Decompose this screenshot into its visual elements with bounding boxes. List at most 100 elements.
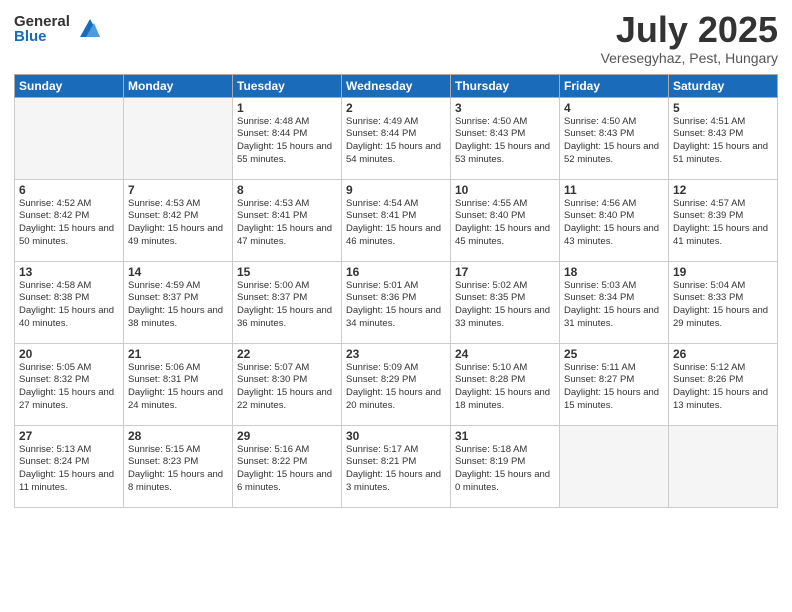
day-number: 2 [346, 101, 446, 115]
calendar-header-row: SundayMondayTuesdayWednesdayThursdayFrid… [15, 74, 778, 97]
day-info: Sunrise: 4:50 AM Sunset: 8:43 PM Dayligh… [455, 116, 555, 167]
calendar-day-cell: 29Sunrise: 5:16 AM Sunset: 8:22 PM Dayli… [233, 425, 342, 507]
day-number: 6 [19, 183, 119, 197]
logo-icon [72, 15, 100, 43]
calendar-header-monday: Monday [124, 74, 233, 97]
day-info: Sunrise: 5:00 AM Sunset: 8:37 PM Dayligh… [237, 280, 337, 331]
calendar-week-row: 1Sunrise: 4:48 AM Sunset: 8:44 PM Daylig… [15, 97, 778, 179]
calendar-day-cell: 27Sunrise: 5:13 AM Sunset: 8:24 PM Dayli… [15, 425, 124, 507]
calendar-day-cell: 11Sunrise: 4:56 AM Sunset: 8:40 PM Dayli… [560, 179, 669, 261]
calendar-day-cell: 2Sunrise: 4:49 AM Sunset: 8:44 PM Daylig… [342, 97, 451, 179]
day-number: 22 [237, 347, 337, 361]
day-number: 5 [673, 101, 773, 115]
day-info: Sunrise: 5:11 AM Sunset: 8:27 PM Dayligh… [564, 362, 664, 413]
day-info: Sunrise: 4:50 AM Sunset: 8:43 PM Dayligh… [564, 116, 664, 167]
calendar-week-row: 27Sunrise: 5:13 AM Sunset: 8:24 PM Dayli… [15, 425, 778, 507]
day-number: 23 [346, 347, 446, 361]
day-info: Sunrise: 5:13 AM Sunset: 8:24 PM Dayligh… [19, 444, 119, 495]
day-info: Sunrise: 5:01 AM Sunset: 8:36 PM Dayligh… [346, 280, 446, 331]
day-info: Sunrise: 5:16 AM Sunset: 8:22 PM Dayligh… [237, 444, 337, 495]
day-number: 17 [455, 265, 555, 279]
day-info: Sunrise: 4:54 AM Sunset: 8:41 PM Dayligh… [346, 198, 446, 249]
calendar-day-cell: 31Sunrise: 5:18 AM Sunset: 8:19 PM Dayli… [451, 425, 560, 507]
day-number: 15 [237, 265, 337, 279]
day-info: Sunrise: 4:53 AM Sunset: 8:42 PM Dayligh… [128, 198, 228, 249]
day-info: Sunrise: 5:03 AM Sunset: 8:34 PM Dayligh… [564, 280, 664, 331]
calendar-day-cell: 9Sunrise: 4:54 AM Sunset: 8:41 PM Daylig… [342, 179, 451, 261]
day-number: 12 [673, 183, 773, 197]
day-number: 25 [564, 347, 664, 361]
calendar-day-cell: 3Sunrise: 4:50 AM Sunset: 8:43 PM Daylig… [451, 97, 560, 179]
calendar-header-friday: Friday [560, 74, 669, 97]
calendar-day-cell: 23Sunrise: 5:09 AM Sunset: 8:29 PM Dayli… [342, 343, 451, 425]
day-number: 30 [346, 429, 446, 443]
day-number: 10 [455, 183, 555, 197]
calendar-week-row: 6Sunrise: 4:52 AM Sunset: 8:42 PM Daylig… [15, 179, 778, 261]
day-number: 31 [455, 429, 555, 443]
calendar-day-cell [15, 97, 124, 179]
calendar-day-cell: 18Sunrise: 5:03 AM Sunset: 8:34 PM Dayli… [560, 261, 669, 343]
calendar-day-cell: 6Sunrise: 4:52 AM Sunset: 8:42 PM Daylig… [15, 179, 124, 261]
day-number: 18 [564, 265, 664, 279]
day-info: Sunrise: 5:05 AM Sunset: 8:32 PM Dayligh… [19, 362, 119, 413]
day-number: 28 [128, 429, 228, 443]
day-info: Sunrise: 4:59 AM Sunset: 8:37 PM Dayligh… [128, 280, 228, 331]
day-number: 3 [455, 101, 555, 115]
calendar-week-row: 20Sunrise: 5:05 AM Sunset: 8:32 PM Dayli… [15, 343, 778, 425]
day-number: 1 [237, 101, 337, 115]
calendar-day-cell: 30Sunrise: 5:17 AM Sunset: 8:21 PM Dayli… [342, 425, 451, 507]
calendar-day-cell: 15Sunrise: 5:00 AM Sunset: 8:37 PM Dayli… [233, 261, 342, 343]
calendar-table: SundayMondayTuesdayWednesdayThursdayFrid… [14, 74, 778, 508]
day-info: Sunrise: 4:58 AM Sunset: 8:38 PM Dayligh… [19, 280, 119, 331]
month-title: July 2025 [601, 10, 778, 50]
calendar-day-cell: 4Sunrise: 4:50 AM Sunset: 8:43 PM Daylig… [560, 97, 669, 179]
calendar-day-cell: 22Sunrise: 5:07 AM Sunset: 8:30 PM Dayli… [233, 343, 342, 425]
day-number: 26 [673, 347, 773, 361]
calendar-day-cell: 19Sunrise: 5:04 AM Sunset: 8:33 PM Dayli… [669, 261, 778, 343]
day-info: Sunrise: 4:53 AM Sunset: 8:41 PM Dayligh… [237, 198, 337, 249]
day-number: 13 [19, 265, 119, 279]
day-number: 14 [128, 265, 228, 279]
day-number: 20 [19, 347, 119, 361]
day-info: Sunrise: 5:15 AM Sunset: 8:23 PM Dayligh… [128, 444, 228, 495]
day-info: Sunrise: 4:55 AM Sunset: 8:40 PM Dayligh… [455, 198, 555, 249]
day-info: Sunrise: 4:49 AM Sunset: 8:44 PM Dayligh… [346, 116, 446, 167]
calendar-header-saturday: Saturday [669, 74, 778, 97]
day-number: 7 [128, 183, 228, 197]
header: General Blue July 2025 Veresegyhaz, Pest… [14, 10, 778, 66]
calendar-day-cell: 25Sunrise: 5:11 AM Sunset: 8:27 PM Dayli… [560, 343, 669, 425]
calendar-header-wednesday: Wednesday [342, 74, 451, 97]
calendar-header-sunday: Sunday [15, 74, 124, 97]
calendar-day-cell: 24Sunrise: 5:10 AM Sunset: 8:28 PM Dayli… [451, 343, 560, 425]
logo-general-text: General [14, 14, 70, 29]
location-title: Veresegyhaz, Pest, Hungary [601, 50, 778, 66]
day-info: Sunrise: 5:02 AM Sunset: 8:35 PM Dayligh… [455, 280, 555, 331]
day-number: 11 [564, 183, 664, 197]
day-info: Sunrise: 5:04 AM Sunset: 8:33 PM Dayligh… [673, 280, 773, 331]
day-info: Sunrise: 5:18 AM Sunset: 8:19 PM Dayligh… [455, 444, 555, 495]
day-info: Sunrise: 5:07 AM Sunset: 8:30 PM Dayligh… [237, 362, 337, 413]
day-info: Sunrise: 5:10 AM Sunset: 8:28 PM Dayligh… [455, 362, 555, 413]
day-info: Sunrise: 5:06 AM Sunset: 8:31 PM Dayligh… [128, 362, 228, 413]
day-number: 4 [564, 101, 664, 115]
calendar-day-cell: 21Sunrise: 5:06 AM Sunset: 8:31 PM Dayli… [124, 343, 233, 425]
calendar-day-cell [669, 425, 778, 507]
day-number: 21 [128, 347, 228, 361]
calendar-day-cell [560, 425, 669, 507]
title-block: July 2025 Veresegyhaz, Pest, Hungary [601, 10, 778, 66]
calendar-day-cell: 16Sunrise: 5:01 AM Sunset: 8:36 PM Dayli… [342, 261, 451, 343]
calendar-day-cell: 1Sunrise: 4:48 AM Sunset: 8:44 PM Daylig… [233, 97, 342, 179]
calendar-day-cell: 28Sunrise: 5:15 AM Sunset: 8:23 PM Dayli… [124, 425, 233, 507]
calendar-day-cell: 10Sunrise: 4:55 AM Sunset: 8:40 PM Dayli… [451, 179, 560, 261]
calendar-day-cell: 20Sunrise: 5:05 AM Sunset: 8:32 PM Dayli… [15, 343, 124, 425]
day-info: Sunrise: 5:09 AM Sunset: 8:29 PM Dayligh… [346, 362, 446, 413]
calendar-day-cell: 13Sunrise: 4:58 AM Sunset: 8:38 PM Dayli… [15, 261, 124, 343]
page-container: General Blue July 2025 Veresegyhaz, Pest… [0, 0, 792, 518]
calendar-day-cell [124, 97, 233, 179]
day-info: Sunrise: 4:51 AM Sunset: 8:43 PM Dayligh… [673, 116, 773, 167]
day-number: 19 [673, 265, 773, 279]
calendar-header-tuesday: Tuesday [233, 74, 342, 97]
day-info: Sunrise: 4:48 AM Sunset: 8:44 PM Dayligh… [237, 116, 337, 167]
day-number: 24 [455, 347, 555, 361]
calendar-day-cell: 17Sunrise: 5:02 AM Sunset: 8:35 PM Dayli… [451, 261, 560, 343]
